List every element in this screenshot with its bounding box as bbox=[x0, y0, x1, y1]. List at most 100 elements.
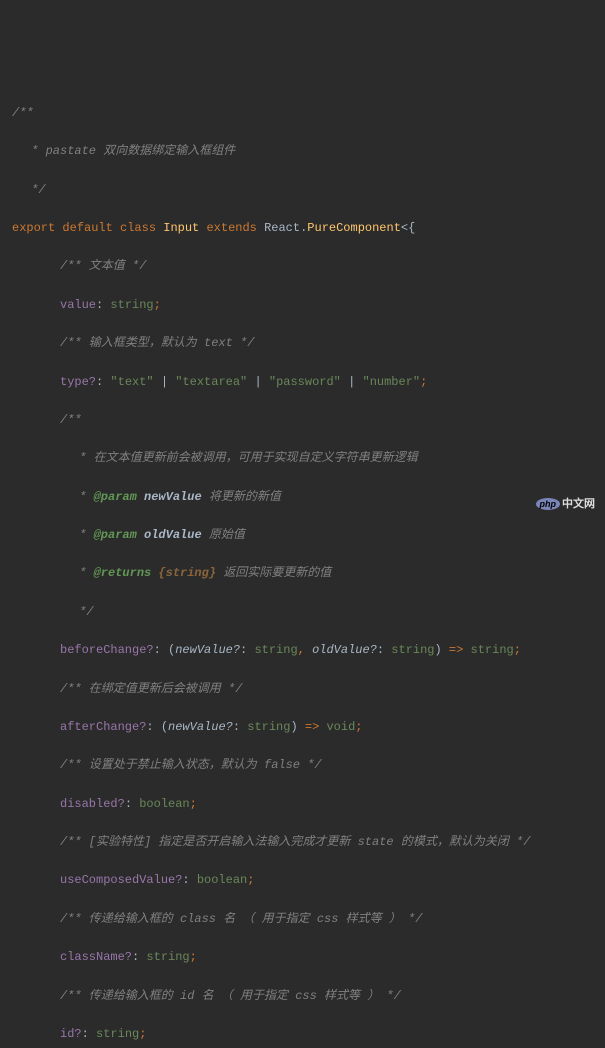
comment-star: * bbox=[72, 566, 94, 580]
colon: : bbox=[240, 643, 254, 657]
comment-line: /** 文本值 */ bbox=[12, 257, 593, 276]
paren: ) bbox=[435, 643, 449, 657]
return-type: void bbox=[319, 720, 355, 734]
prop-id: id? bbox=[60, 1027, 82, 1041]
paren: ( bbox=[161, 720, 168, 734]
comment-line: /** [实验特性] 指定是否开启输入法输入完成才更新 state 的模式，默认… bbox=[12, 833, 593, 852]
comment-star: * bbox=[72, 490, 94, 504]
jsdoc-param: @param bbox=[94, 490, 137, 504]
pipe: | bbox=[154, 375, 176, 389]
watermark-text: 中文网 bbox=[562, 498, 595, 510]
jsdoc-type: {string} bbox=[151, 566, 216, 580]
colon: : bbox=[132, 950, 146, 964]
code-line: beforeChange?: (newValue?: string, oldVa… bbox=[12, 641, 593, 660]
paren: ( bbox=[168, 643, 175, 657]
code-line: export default class Input extends React… bbox=[12, 219, 593, 238]
comment-line: * @param oldValue 原始值 bbox=[12, 526, 593, 545]
class-name: Input bbox=[156, 221, 199, 235]
semicolon: ; bbox=[139, 1027, 146, 1041]
comment-line: * pastate 双向数据绑定输入框组件 bbox=[12, 142, 593, 161]
semicolon: ; bbox=[247, 873, 254, 887]
colon: : bbox=[377, 643, 391, 657]
code-line: value: string; bbox=[12, 296, 593, 315]
param-name: newValue bbox=[137, 490, 202, 504]
colon: : bbox=[233, 720, 247, 734]
code-line: id?: string; bbox=[12, 1025, 593, 1044]
jsdoc-returns: @returns bbox=[94, 566, 152, 580]
comment-line: */ bbox=[12, 603, 593, 622]
class-purecomponent: PureComponent bbox=[307, 221, 401, 235]
arrow: => bbox=[449, 643, 463, 657]
jsdoc-param: @param bbox=[94, 528, 137, 542]
type: string bbox=[110, 298, 153, 312]
namespace: React bbox=[257, 221, 300, 235]
semicolon: ; bbox=[190, 797, 197, 811]
keyword-default: default bbox=[55, 221, 113, 235]
string-literal: "text" bbox=[110, 375, 153, 389]
code-line: type?: "text" | "textarea" | "password" … bbox=[12, 373, 593, 392]
keyword-extends: extends bbox=[199, 221, 257, 235]
code-line: disabled?: boolean; bbox=[12, 795, 593, 814]
comment-line: /** bbox=[12, 104, 593, 123]
bracket: <{ bbox=[401, 221, 415, 235]
type: string bbox=[247, 720, 290, 734]
param-desc: 原始值 bbox=[202, 528, 245, 542]
prop-beforechange: beforeChange? bbox=[60, 643, 154, 657]
comment-star: * bbox=[72, 528, 94, 542]
colon: : bbox=[182, 873, 196, 887]
type: boolean bbox=[139, 797, 189, 811]
comment-line: /** 传递给输入框的 id 名 （ 用于指定 css 样式等 ） */ bbox=[12, 987, 593, 1006]
type: string bbox=[96, 1027, 139, 1041]
type: string bbox=[254, 643, 297, 657]
code-line: afterChange?: (newValue?: string) => voi… bbox=[12, 718, 593, 737]
param: newValue? bbox=[175, 643, 240, 657]
comment-line: /** 输入框类型，默认为 text */ bbox=[12, 334, 593, 353]
semicolon: ; bbox=[154, 298, 161, 312]
prop-disabled: disabled? bbox=[60, 797, 125, 811]
semicolon: ; bbox=[355, 720, 362, 734]
type: boolean bbox=[197, 873, 247, 887]
prop-usecomposedvalue: useComposedValue? bbox=[60, 873, 182, 887]
param: oldValue? bbox=[312, 643, 377, 657]
string-literal: "textarea" bbox=[175, 375, 247, 389]
param-name: oldValue bbox=[137, 528, 202, 542]
watermark: php中文网 bbox=[529, 479, 595, 514]
pipe: | bbox=[341, 375, 363, 389]
colon: : bbox=[96, 298, 110, 312]
arrow: => bbox=[305, 720, 319, 734]
keyword-export: export bbox=[12, 221, 55, 235]
code-line: useComposedValue?: boolean; bbox=[12, 871, 593, 890]
comment-line: /** bbox=[12, 411, 593, 430]
keyword-class: class bbox=[113, 221, 156, 235]
type: string bbox=[146, 950, 189, 964]
string-literal: "number" bbox=[363, 375, 421, 389]
code-block: /** * pastate 双向数据绑定输入框组件 */ export defa… bbox=[12, 85, 593, 1048]
comment-line: */ bbox=[12, 181, 593, 200]
returns-desc: 返回实际要更新的值 bbox=[216, 566, 331, 580]
pipe: | bbox=[247, 375, 269, 389]
param-desc: 将更新的新值 bbox=[202, 490, 281, 504]
code-line: className?: string; bbox=[12, 948, 593, 967]
comment-line: /** 设置处于禁止输入状态，默认为 false */ bbox=[12, 756, 593, 775]
colon: : bbox=[146, 720, 160, 734]
semicolon: ; bbox=[420, 375, 427, 389]
comma: , bbox=[298, 643, 312, 657]
colon: : bbox=[154, 643, 168, 657]
comment-line: * @param newValue 将更新的新值 bbox=[12, 488, 593, 507]
prop-classname: className? bbox=[60, 950, 132, 964]
string-literal: "password" bbox=[269, 375, 341, 389]
php-logo-icon: php bbox=[536, 498, 561, 510]
type: string bbox=[391, 643, 434, 657]
comment-line: /** 传递给输入框的 class 名 （ 用于指定 css 样式等 ） */ bbox=[12, 910, 593, 929]
comment-line: * 在文本值更新前会被调用，可用于实现自定义字符串更新逻辑 bbox=[12, 449, 593, 468]
semicolon: ; bbox=[514, 643, 521, 657]
return-type: string bbox=[463, 643, 513, 657]
colon: : bbox=[125, 797, 139, 811]
prop-type: type? bbox=[60, 375, 96, 389]
colon: : bbox=[82, 1027, 96, 1041]
colon: : bbox=[96, 375, 110, 389]
comment-line: /** 在绑定值更新后会被调用 */ bbox=[12, 680, 593, 699]
param: newValue? bbox=[168, 720, 233, 734]
paren: ) bbox=[290, 720, 304, 734]
semicolon: ; bbox=[190, 950, 197, 964]
